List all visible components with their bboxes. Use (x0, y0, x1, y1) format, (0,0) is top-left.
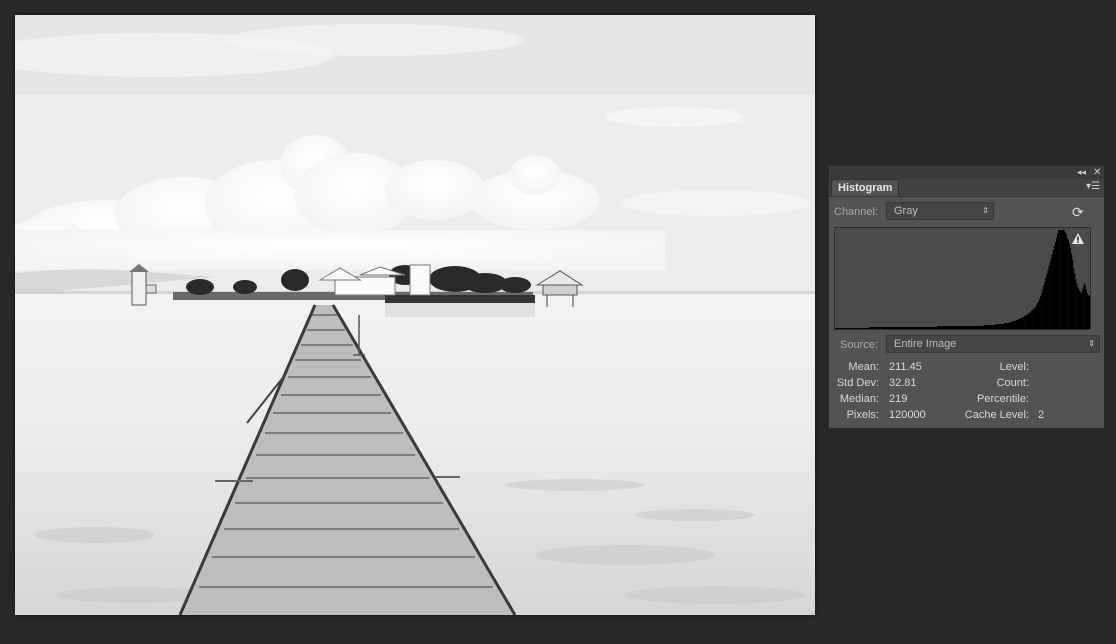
panel-title-bar[interactable]: ◂◂ ✕ (829, 166, 1104, 179)
photo-image (15, 15, 815, 615)
close-icon[interactable]: ✕ (1093, 166, 1101, 179)
mean-label: Mean: (848, 361, 879, 373)
stddev-label: Std Dev: (836, 377, 879, 389)
updown-arrows-icon: ⇕ (982, 206, 989, 215)
warning-icon[interactable] (1071, 232, 1085, 245)
histogram-graph[interactable] (834, 227, 1091, 330)
tab-histogram[interactable]: Histogram (831, 179, 900, 196)
double-chevron-left-icon[interactable]: ◂◂ (1077, 166, 1086, 179)
channel-dropdown[interactable]: Gray ⇕ (886, 202, 994, 220)
source-label: Source: (840, 339, 878, 351)
histogram-panel: ◂◂ ✕ Histogram ▾☰ Channel: Gray ⇕ ⟳ Sour… (828, 165, 1105, 429)
source-dropdown[interactable]: Entire Image ⇕ (886, 335, 1100, 353)
channel-value: Gray (894, 205, 918, 217)
pixels-label: Pixels: (846, 409, 879, 421)
panel-menu-icon[interactable]: ▾☰ (1086, 181, 1100, 193)
percentile-label: Percentile: (977, 393, 1029, 405)
median-label: Median: (839, 393, 879, 405)
count-label: Count: (996, 377, 1029, 389)
updown-arrows-icon: ⇕ (1088, 339, 1095, 348)
histogram-plot (835, 230, 1091, 329)
level-label: Level: (999, 361, 1029, 373)
cache-level-label: Cache Level: (964, 409, 1029, 421)
panel-tab-row: Histogram ▾☰ (829, 179, 1104, 197)
refresh-icon[interactable]: ⟳ (1072, 204, 1084, 220)
document-canvas[interactable] (15, 15, 815, 615)
channel-label: Channel: (834, 206, 879, 218)
pixels-value: 120000 (889, 409, 926, 421)
mean-value: 211.45 (889, 361, 922, 373)
stddev-value: 32.81 (889, 377, 917, 389)
histogram-bar (1088, 295, 1091, 329)
cache-level-value: 2 (1038, 409, 1045, 421)
source-value: Entire Image (894, 338, 957, 350)
median-value: 219 (889, 393, 908, 405)
